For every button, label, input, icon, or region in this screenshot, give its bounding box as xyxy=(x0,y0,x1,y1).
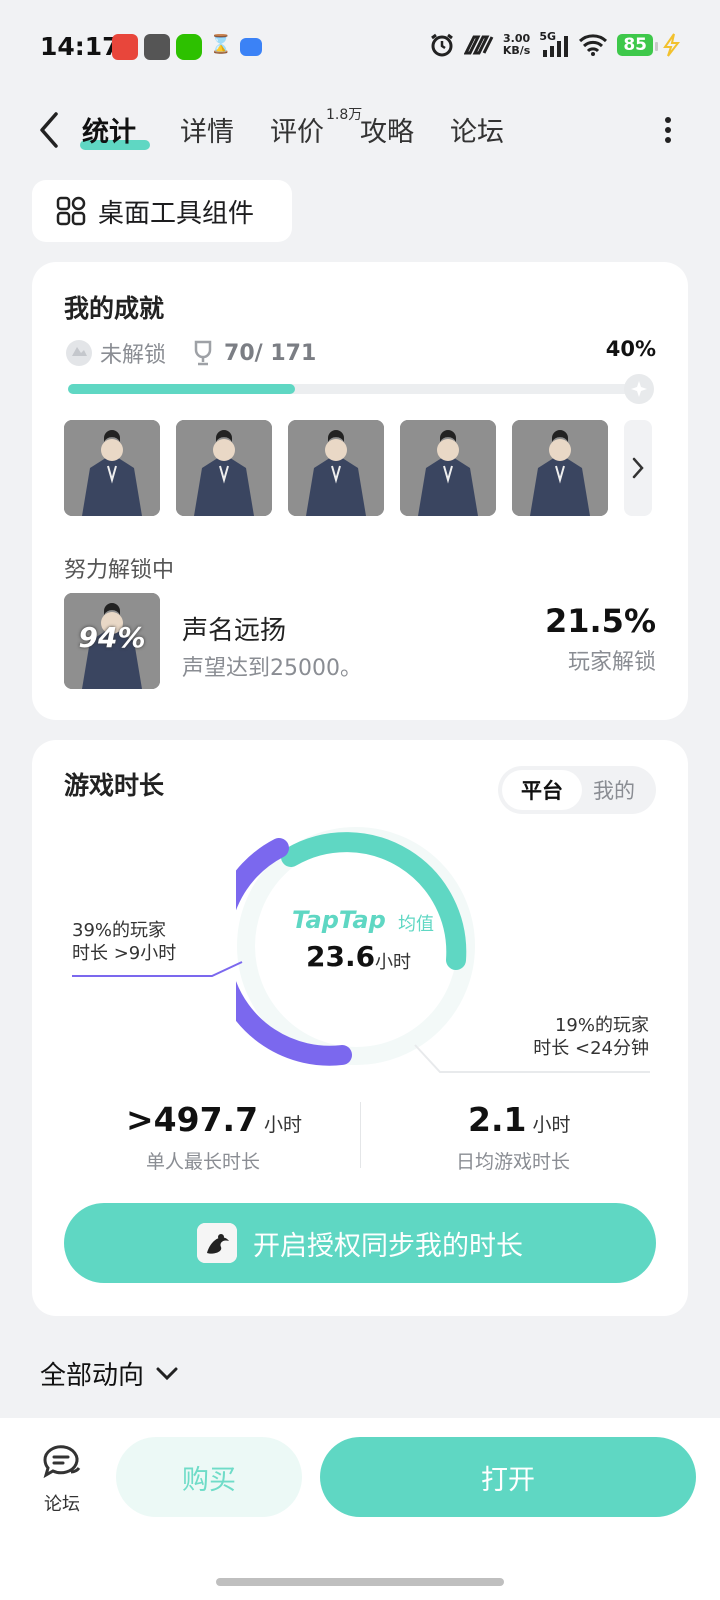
notification-icons: ⌛ xyxy=(112,34,262,60)
buy-button[interactable]: 购买 xyxy=(116,1437,302,1517)
charging-icon xyxy=(663,33,680,57)
achievement-thumbnail[interactable] xyxy=(176,420,272,516)
callout-low-line1: 19%的玩家 xyxy=(554,1015,649,1036)
bottom-forum-button[interactable]: 论坛 xyxy=(36,1444,88,1516)
callout-low-playtime: 19%的玩家 时长 <24分钟 xyxy=(527,1014,649,1060)
achievement-thumbnail[interactable] xyxy=(400,420,496,516)
widget-grid-icon xyxy=(56,196,86,226)
chevron-right-icon xyxy=(632,457,644,479)
game-notification-icon xyxy=(144,34,170,60)
daily-playtime-label: 日均游戏时长 xyxy=(456,1151,571,1173)
max-playtime: >497.7 小时 xyxy=(126,1100,302,1139)
locked-badge-icon xyxy=(66,340,92,366)
status-bar: 14:17 ⌛ 3.00 KB/s 5G 85 xyxy=(0,0,720,96)
current-achievement-thumbnail[interactable]: 94% xyxy=(64,593,160,689)
open-game-button[interactable]: 打开 xyxy=(320,1437,696,1517)
tab-details[interactable]: 详情 xyxy=(180,110,234,149)
battery-indicator: 85 xyxy=(617,34,658,56)
message-notification-icon xyxy=(240,38,262,56)
network-speed-unit: KB/s xyxy=(502,44,531,57)
callout-high-line2: 时长 >9小时 xyxy=(72,943,177,964)
playtime-scope-toggle: 平台 我的 xyxy=(498,766,656,814)
current-achievement-name: 声名远扬 xyxy=(182,616,287,646)
achievement-progress-fill xyxy=(68,384,296,394)
forum-chat-icon xyxy=(43,1445,81,1479)
app-status-icon xyxy=(463,35,494,55)
tab-stats[interactable]: 统计 xyxy=(82,110,136,149)
home-indicator[interactable] xyxy=(216,1578,504,1586)
character-portrait-icon xyxy=(176,420,272,516)
wechat-icon xyxy=(176,34,202,60)
daily-playtime-unit: 小时 xyxy=(532,1114,571,1136)
cellular-signal: 5G xyxy=(539,30,569,58)
chevron-down-icon xyxy=(156,1367,178,1380)
alarm-icon xyxy=(430,33,453,57)
feed-filter-dropdown[interactable]: 全部动向 xyxy=(40,1355,178,1392)
max-playtime-value: >497.7 xyxy=(126,1100,259,1139)
back-icon[interactable] xyxy=(36,110,60,150)
callout-low-line2: 时长 <24分钟 xyxy=(533,1038,649,1059)
achievements-title: 我的成就 xyxy=(64,294,165,323)
progress-goal-icon xyxy=(624,374,654,404)
character-portrait-icon xyxy=(288,420,384,516)
achievement-progress-bar xyxy=(68,384,636,394)
network-speed: 3.00 KB/s xyxy=(503,33,530,57)
current-achievement-rate: 21.5% xyxy=(544,602,656,640)
feed-filter-label: 全部动向 xyxy=(40,1361,145,1391)
tab-forum[interactable]: 论坛 xyxy=(450,110,504,149)
app-notification-icon xyxy=(112,34,138,60)
callout-high-playtime: 39%的玩家 时长 >9小时 xyxy=(72,919,176,965)
taptap-brand: TapTap xyxy=(292,906,386,934)
locked-label: 未解锁 xyxy=(100,343,167,368)
average-playtime-unit: 小时 xyxy=(375,952,411,973)
bottom-forum-label: 论坛 xyxy=(44,1494,80,1515)
current-achievement-progress: 94% xyxy=(78,621,146,654)
hourglass-icon: ⌛ xyxy=(209,34,233,55)
tab-reviews[interactable]: 评价 xyxy=(270,110,324,149)
system-icons: 3.00 KB/s 5G 85 xyxy=(429,30,680,58)
toggle-platform[interactable]: 平台 xyxy=(502,770,582,810)
achievement-summary: 未解锁 70/ 171 xyxy=(64,337,316,369)
signal-bars-icon xyxy=(543,36,569,57)
max-playtime-unit: 小时 xyxy=(264,1114,303,1136)
tab-guides[interactable]: 攻略 xyxy=(360,110,414,149)
achievement-thumbnail[interactable] xyxy=(64,420,160,516)
current-achievement-rate-label: 玩家解锁 xyxy=(567,650,656,675)
achievement-percent: 40% xyxy=(605,337,656,361)
character-portrait-icon xyxy=(512,420,608,516)
callout-high-line1: 39%的玩家 xyxy=(72,920,167,941)
desktop-widget-button[interactable]: 桌面工具组件 xyxy=(32,180,292,242)
more-options-icon[interactable] xyxy=(664,116,672,144)
achievement-thumbnails xyxy=(64,420,608,516)
daily-playtime-value: 2.1 xyxy=(468,1100,527,1139)
game-logo-icon xyxy=(197,1223,237,1263)
daily-playtime: 2.1 小时 xyxy=(468,1100,570,1139)
toggle-mine[interactable]: 我的 xyxy=(574,770,654,810)
sync-playtime-button[interactable]: 开启授权同步我的时长 xyxy=(64,1203,656,1283)
character-portrait-icon xyxy=(64,420,160,516)
review-count-badge: 1.8万 xyxy=(326,107,363,123)
thumbnails-next-button[interactable] xyxy=(624,420,652,516)
in-progress-label: 努力解锁中 xyxy=(64,558,175,583)
max-playtime-label: 单人最长时长 xyxy=(146,1151,261,1173)
character-portrait-icon xyxy=(400,420,496,516)
average-playtime-value: 23.6 xyxy=(306,940,376,973)
trophy-icon xyxy=(194,340,212,366)
playtime-title: 游戏时长 xyxy=(64,771,165,800)
stat-divider xyxy=(360,1102,361,1168)
achievement-count: 70/ 171 xyxy=(224,340,317,366)
status-time: 14:17 xyxy=(40,32,120,61)
achievement-thumbnail[interactable] xyxy=(512,420,608,516)
desktop-widget-label: 桌面工具组件 xyxy=(98,198,255,229)
wifi-icon xyxy=(579,34,608,56)
sync-playtime-label: 开启授权同步我的时长 xyxy=(253,1230,523,1262)
achievement-thumbnail[interactable] xyxy=(288,420,384,516)
average-label: 均值 xyxy=(398,914,434,935)
current-achievement-desc: 声望达到25000。 xyxy=(182,656,362,681)
